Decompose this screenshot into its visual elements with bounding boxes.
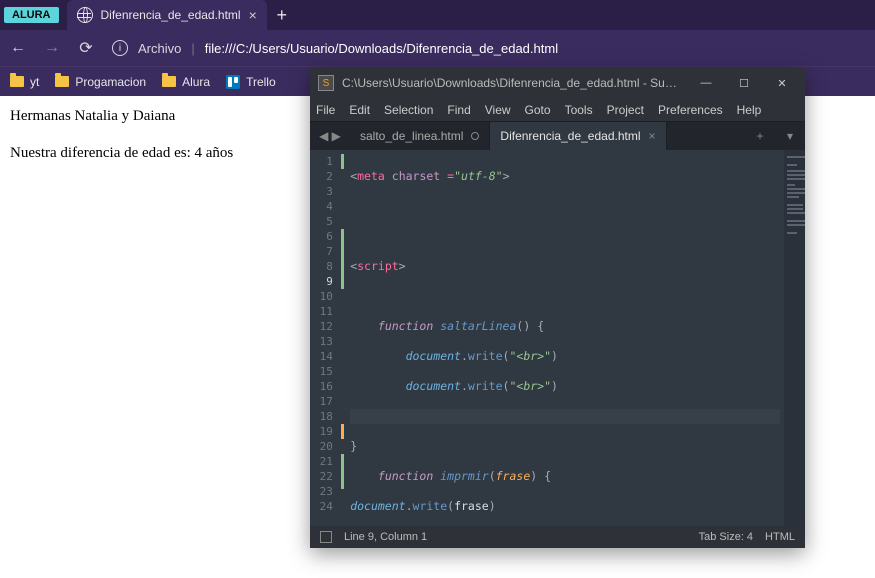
folder-icon — [162, 76, 176, 87]
status-lang[interactable]: HTML — [765, 531, 795, 543]
bookmark-label: Progamacion — [75, 75, 146, 89]
status-position[interactable]: Line 9, Column 1 — [344, 531, 427, 543]
tab-salto-de-linea[interactable]: salto_de_linea.html — [350, 122, 490, 150]
browser-tab[interactable]: Difenrencia_de_edad.html × — [67, 0, 267, 30]
bookmark-label: Alura — [182, 75, 210, 89]
alura-badge: ALURA — [4, 7, 59, 23]
menu-edit[interactable]: Edit — [349, 103, 370, 117]
menu-selection[interactable]: Selection — [384, 103, 433, 117]
tab-menu-button[interactable]: ▾ — [775, 122, 805, 150]
status-bar: Line 9, Column 1 Tab Size: 4 HTML — [310, 526, 805, 548]
gutter-markers — [341, 150, 342, 526]
line-gutter[interactable]: 12345 678910 1112131415 1617181920 21222… — [310, 150, 341, 526]
bookmark-label: Trello — [246, 75, 276, 89]
tab-difenrencia[interactable]: Difenrencia_de_edad.html × — [490, 122, 666, 150]
bookmark-yt[interactable]: yt — [10, 75, 39, 89]
menu-project[interactable]: Project — [607, 103, 644, 117]
bookmark-trello[interactable]: Trello — [226, 75, 276, 89]
tab-title: Difenrencia_de_edad.html — [101, 8, 241, 22]
editor-tabs: ◀ ▶ salto_de_linea.html Difenrencia_de_e… — [310, 122, 805, 150]
menu-file[interactable]: File — [316, 103, 335, 117]
editor-body: 12345 678910 1112131415 1617181920 21222… — [310, 150, 805, 526]
minimap[interactable] — [784, 150, 805, 526]
tab-label: salto_de_linea.html — [360, 129, 463, 143]
tab-label: Difenrencia_de_edad.html — [500, 129, 640, 143]
bookmark-label: yt — [30, 75, 39, 89]
reload-button[interactable]: ⟳ — [74, 36, 98, 60]
titlebar[interactable]: S C:\Users\Usuario\Downloads\Difenrencia… — [310, 68, 805, 98]
close-button[interactable]: ✕ — [767, 73, 797, 93]
bookmark-alura[interactable]: Alura — [162, 75, 210, 89]
close-icon[interactable]: × — [649, 129, 656, 143]
panel-toggle-icon[interactable] — [320, 531, 332, 543]
maximize-button[interactable]: ☐ — [729, 73, 759, 93]
info-icon[interactable]: i — [112, 40, 128, 56]
sublime-window: S C:\Users\Usuario\Downloads\Difenrencia… — [310, 68, 805, 548]
address-url: file:///C:/Users/Usuario/Downloads/Difen… — [205, 41, 558, 56]
new-tab-button[interactable]: + — [267, 0, 297, 30]
nav-bar: ← → ⟳ i Archivo | file:///C:/Users/Usuar… — [0, 30, 875, 66]
minimize-button[interactable]: — — [691, 73, 721, 93]
folder-icon — [55, 76, 69, 87]
menu-goto[interactable]: Goto — [525, 103, 551, 117]
menu-help[interactable]: Help — [737, 103, 762, 117]
unsaved-icon — [471, 132, 479, 140]
code-area[interactable]: <meta charset ="utf-8"> <script> functio… — [342, 150, 783, 526]
menu-preferences[interactable]: Preferences — [658, 103, 723, 117]
menu-find[interactable]: Find — [447, 103, 470, 117]
sublime-icon: S — [318, 75, 334, 91]
globe-icon — [77, 7, 93, 23]
folder-icon — [10, 76, 24, 87]
menu-view[interactable]: View — [485, 103, 511, 117]
status-tabsize[interactable]: Tab Size: 4 — [699, 531, 753, 543]
address-label: Archivo — [138, 41, 181, 56]
tab-bar: ALURA Difenrencia_de_edad.html × + — [0, 0, 875, 30]
menu-tools[interactable]: Tools — [565, 103, 593, 117]
menu-bar: File Edit Selection Find View Goto Tools… — [310, 98, 805, 122]
back-button[interactable]: ← — [6, 36, 30, 60]
trello-icon — [226, 75, 240, 89]
address-separator: | — [191, 41, 194, 56]
address-bar[interactable]: i Archivo | file:///C:/Users/Usuario/Dow… — [108, 40, 869, 56]
bookmark-progamacion[interactable]: Progamacion — [55, 75, 146, 89]
window-title: C:\Users\Usuario\Downloads\Difenrencia_d… — [342, 76, 683, 90]
new-file-button[interactable]: + — [745, 122, 775, 150]
forward-button[interactable]: → — [40, 36, 64, 60]
close-icon[interactable]: × — [249, 7, 257, 23]
tab-nav-arrows[interactable]: ◀ ▶ — [310, 122, 350, 150]
